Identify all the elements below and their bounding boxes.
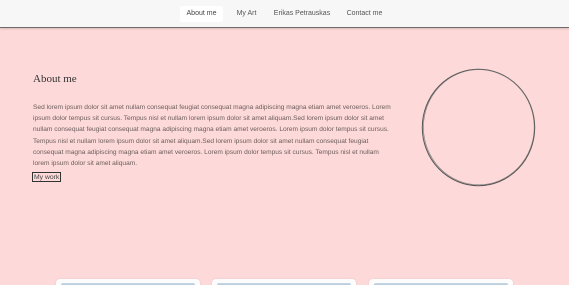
- nav-item-contact-me[interactable]: Contact me: [343, 6, 386, 22]
- about-paragraph: Sed lorem ipsum dolor sit amet nullam co…: [33, 104, 391, 168]
- nav-item-erikas-petrauskas[interactable]: Erikas Petrauskas: [272, 6, 332, 22]
- art-card[interactable]: [369, 279, 513, 285]
- top-navbar: About me My Art Erikas Petrauskas Contac…: [0, 0, 569, 28]
- portrait-circle: [421, 68, 536, 187]
- nav-item-my-art[interactable]: My Art: [230, 6, 263, 22]
- nav-item-about-me[interactable]: About me: [180, 6, 223, 22]
- about-title: About me: [33, 73, 77, 85]
- my-work-button[interactable]: My work: [32, 172, 62, 182]
- art-card[interactable]: [212, 279, 356, 285]
- art-card[interactable]: [56, 279, 200, 285]
